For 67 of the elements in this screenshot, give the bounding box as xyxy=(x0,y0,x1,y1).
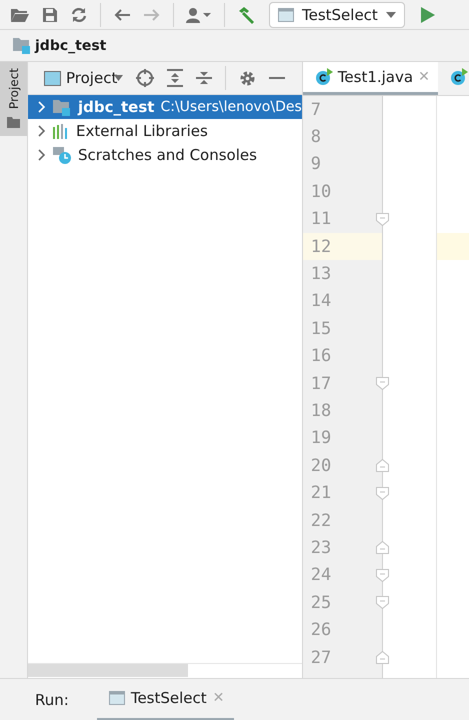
user-dropdown-icon[interactable] xyxy=(186,6,212,22)
line-number: 27 xyxy=(310,648,332,668)
back-arrow-icon[interactable] xyxy=(113,8,131,22)
library-bars-icon xyxy=(52,123,70,139)
collapse-all-icon[interactable] xyxy=(196,69,212,87)
window-icon xyxy=(108,691,125,705)
folder-icon[interactable] xyxy=(10,6,30,22)
hammer-icon[interactable] xyxy=(237,6,257,24)
caret-icon xyxy=(386,12,396,18)
sync-icon[interactable] xyxy=(70,6,88,24)
line-number: 16 xyxy=(310,346,332,366)
fold-marker-icon[interactable] xyxy=(376,651,389,664)
line-number: 13 xyxy=(310,264,332,284)
line-number: 25 xyxy=(310,592,332,613)
fold-marker-icon[interactable] xyxy=(376,486,389,500)
expand-all-icon[interactable] xyxy=(167,69,184,87)
fold-marker-icon[interactable] xyxy=(376,568,389,582)
line-number: 20 xyxy=(310,456,332,476)
line-number: 9 xyxy=(310,154,322,174)
fold-marker-icon[interactable] xyxy=(376,377,389,390)
line-number: 14 xyxy=(310,291,332,312)
project-path: C:\Users\lenovo\Des xyxy=(160,99,302,115)
line-number: 10 xyxy=(310,182,332,202)
settings-icon[interactable] xyxy=(239,70,256,86)
line-number: 8 xyxy=(310,127,322,148)
line-number: 22 xyxy=(310,510,332,531)
project-view-dropdown[interactable]: Project xyxy=(44,69,124,87)
module-folder-icon xyxy=(52,98,72,116)
scrollbar-thumb[interactable] xyxy=(28,664,188,677)
window-icon xyxy=(278,8,294,22)
chevron-right-icon xyxy=(36,149,46,161)
window-icon xyxy=(44,70,61,86)
line-number: 12 xyxy=(310,236,332,257)
minimize-icon[interactable] xyxy=(269,76,286,80)
line-number: 7 xyxy=(310,100,322,120)
scratch-clock-icon xyxy=(52,146,72,164)
run-tab[interactable]: TestSelect ✕ xyxy=(96,678,234,720)
line-number: 21 xyxy=(310,483,332,504)
java-class-icon xyxy=(450,68,468,86)
locate-icon[interactable] xyxy=(136,69,154,87)
run-config-dropdown[interactable]: TestSelect xyxy=(269,2,405,28)
tree-item[interactable]: jdbc_test C:\Users\lenovo\Des xyxy=(28,95,302,119)
chevron-right-icon xyxy=(36,125,46,137)
tree-item[interactable]: External Libraries xyxy=(28,119,302,143)
line-number: 23 xyxy=(310,538,332,558)
run-label: Run: xyxy=(35,690,69,708)
project-tool-tab[interactable]: Project xyxy=(0,62,27,136)
line-number: 15 xyxy=(310,318,332,339)
fold-marker-icon[interactable] xyxy=(376,596,389,610)
fold-marker-icon[interactable] xyxy=(376,459,389,472)
line-number: 11 xyxy=(310,209,332,230)
folder-icon xyxy=(7,117,20,128)
line-number: 26 xyxy=(310,620,332,640)
project-title: jdbc_test xyxy=(35,38,106,54)
module-folder-icon xyxy=(12,37,32,54)
editor-tab[interactable]: Test1.java ✕ xyxy=(302,62,438,95)
java-class-icon xyxy=(314,68,333,86)
line-number: 19 xyxy=(310,428,332,448)
tree-item[interactable]: Scratches and Consoles xyxy=(28,143,302,167)
chevron-right-icon xyxy=(36,101,46,113)
fold-marker-icon[interactable] xyxy=(376,212,389,226)
line-number: 17 xyxy=(310,374,332,394)
line-number: 18 xyxy=(310,400,332,421)
save-icon[interactable] xyxy=(42,6,58,22)
run-icon[interactable] xyxy=(420,6,435,22)
fold-marker-icon[interactable] xyxy=(376,541,389,554)
line-number: 24 xyxy=(310,565,332,586)
